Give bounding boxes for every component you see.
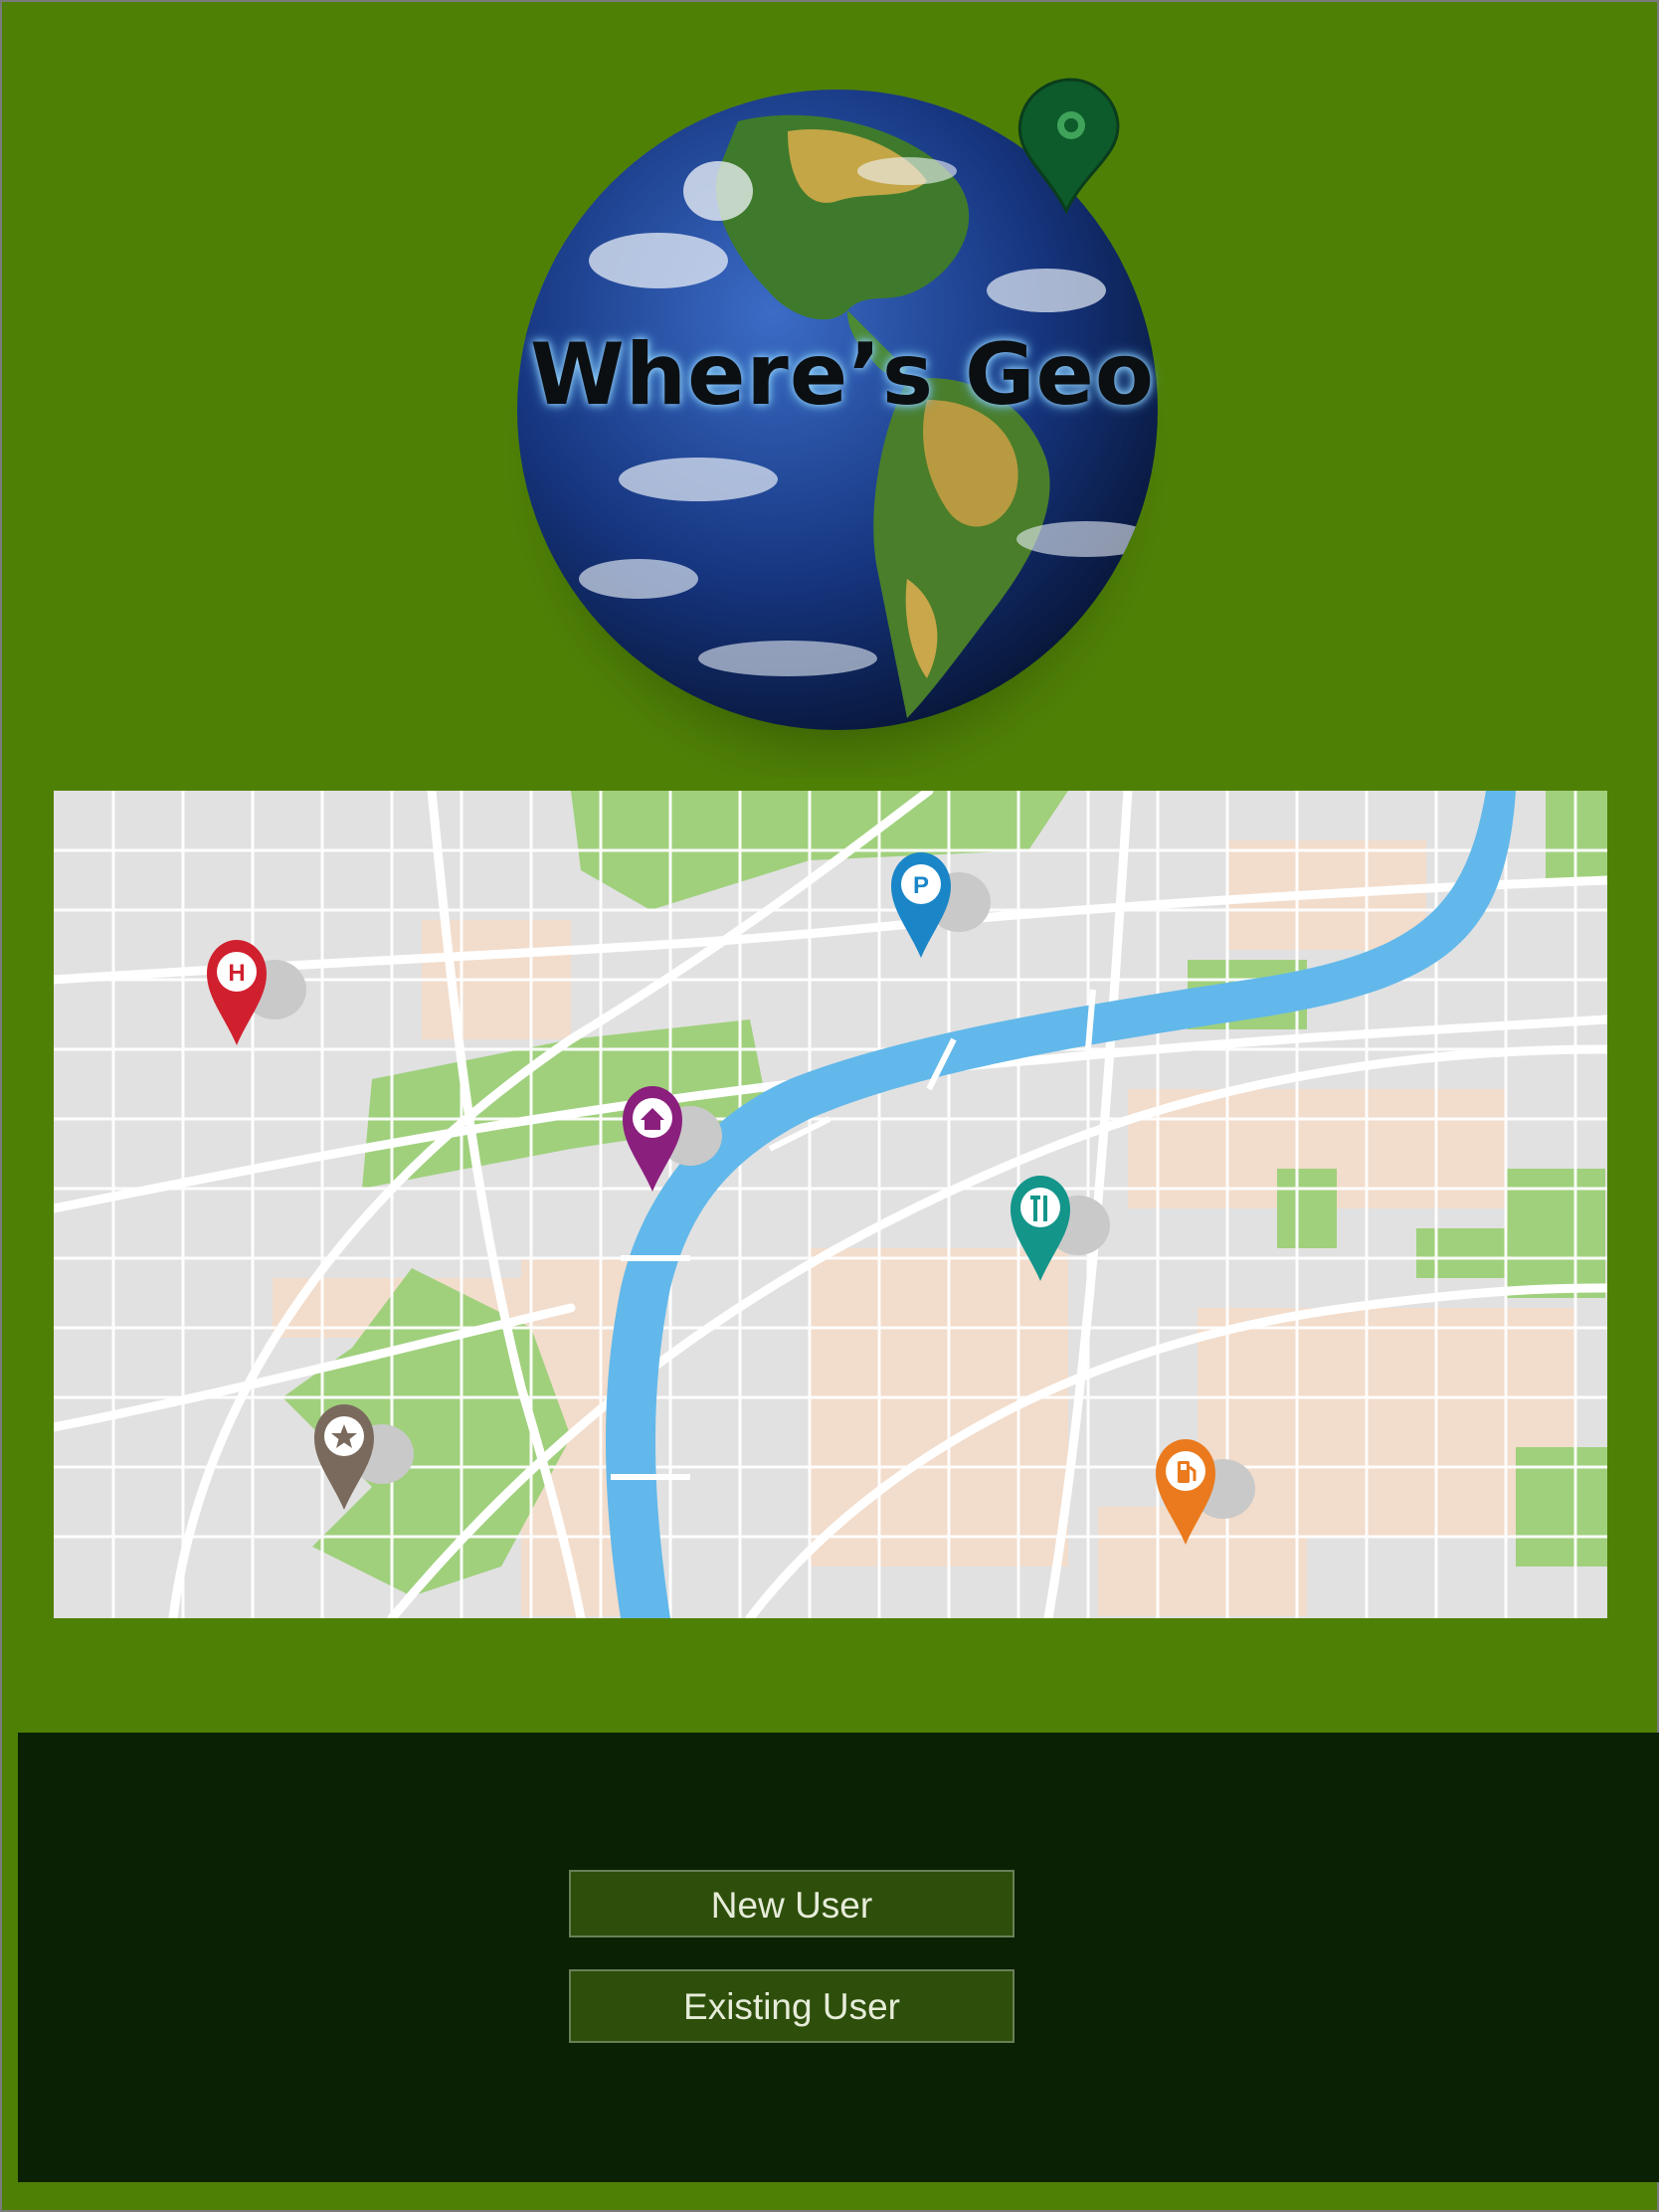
svg-text:P: P — [913, 872, 929, 899]
star-pin-icon[interactable] — [312, 1402, 422, 1512]
fuel-pin-icon[interactable] — [1154, 1437, 1263, 1547]
home-pin-icon[interactable] — [621, 1084, 730, 1194]
app-logo: Where’s Geo — [489, 62, 1186, 778]
logo-title: Where’s Geo — [530, 325, 1155, 425]
existing-user-button[interactable]: Existing User — [569, 1969, 1014, 2043]
hospital-pin-icon[interactable]: H — [205, 938, 306, 1047]
restaurant-pin-icon[interactable] — [1009, 1174, 1118, 1283]
city-map: H P — [54, 791, 1607, 1618]
parking-pin-icon[interactable]: P — [889, 850, 999, 960]
auth-panel: New User Existing User — [18, 1733, 1659, 2182]
new-user-button[interactable]: New User — [569, 1870, 1014, 1937]
svg-text:H: H — [228, 960, 245, 987]
